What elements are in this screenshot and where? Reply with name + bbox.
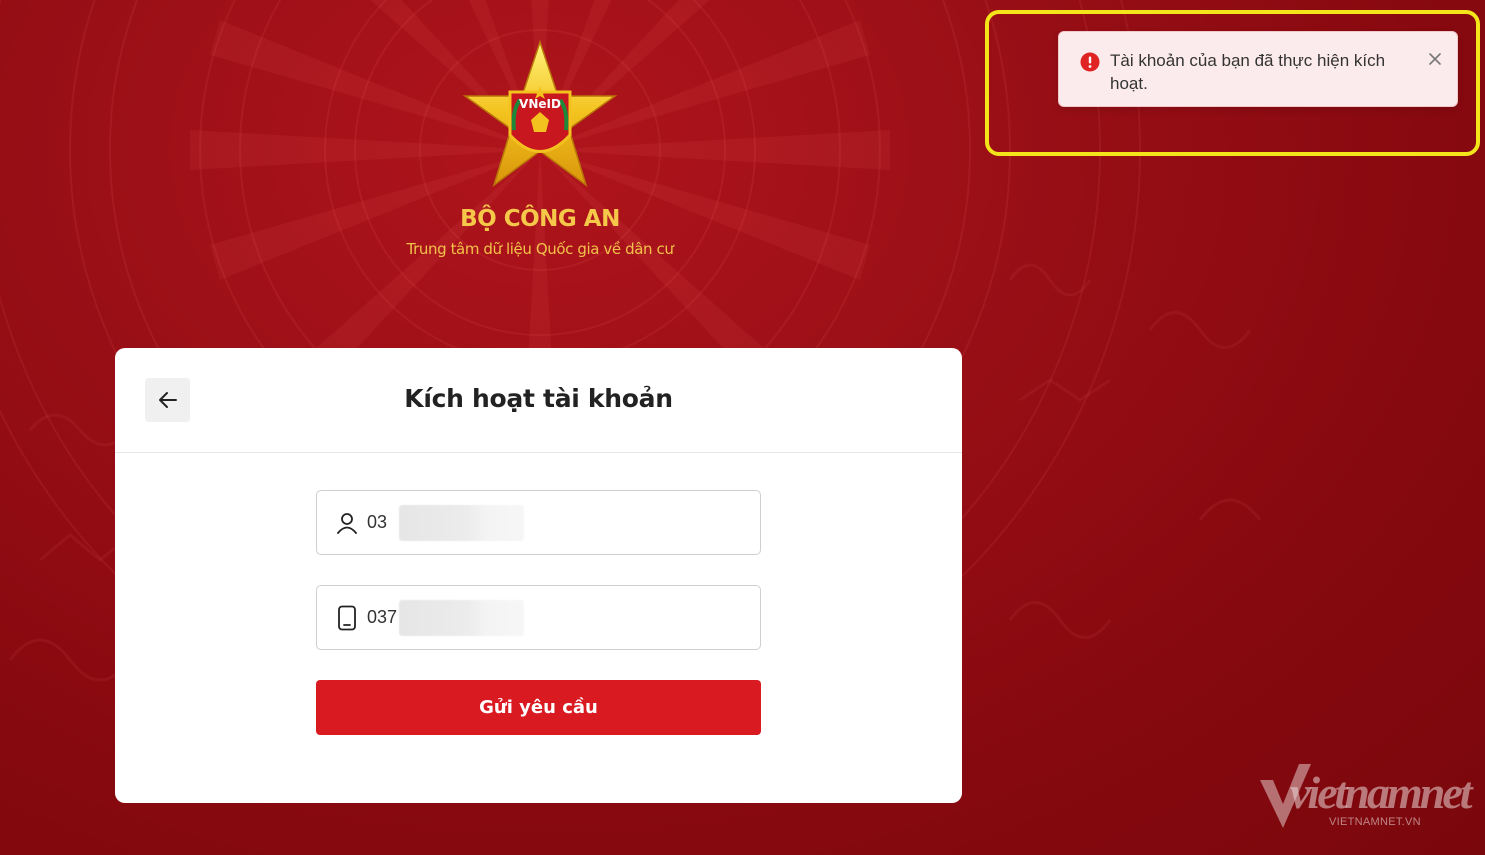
header-branding: VNeID BỘ CÔNG AN Trung tâm dữ liệu Quốc … bbox=[380, 40, 700, 270]
error-icon bbox=[1080, 52, 1100, 72]
redacted-value bbox=[399, 599, 524, 636]
toast-message: Tài khoản của bạn đã thực hiện kích hoạt… bbox=[1110, 51, 1386, 93]
vneid-emblem-icon: VNeID bbox=[462, 40, 618, 187]
card-header: Kích hoạt tài khoản bbox=[115, 348, 962, 453]
emblem-label: VNeID bbox=[519, 97, 561, 111]
phone-field[interactable] bbox=[316, 585, 761, 650]
activation-card: Kích hoạt tài khoản Gửi yêu cầu bbox=[115, 348, 962, 803]
redacted-value bbox=[399, 504, 524, 541]
watermark-text: vietnamnet bbox=[1290, 767, 1473, 818]
watermark-sub: VIETNAMNET.VN bbox=[1329, 816, 1421, 828]
username-field[interactable] bbox=[316, 490, 761, 555]
page-title: Kích hoạt tài khoản bbox=[404, 384, 673, 413]
error-toast: Tài khoản của bạn đã thực hiện kích hoạt… bbox=[1058, 31, 1458, 107]
org-name: BỘ CÔNG AN bbox=[460, 206, 620, 232]
vietnamnet-watermark: vietnamnet VIETNAMNET.VN bbox=[1255, 760, 1473, 835]
org-subtitle: Trung tâm dữ liệu Quốc gia về dân cư bbox=[406, 240, 674, 258]
submit-request-button[interactable]: Gửi yêu cầu bbox=[316, 680, 761, 735]
close-icon[interactable] bbox=[1425, 50, 1445, 70]
